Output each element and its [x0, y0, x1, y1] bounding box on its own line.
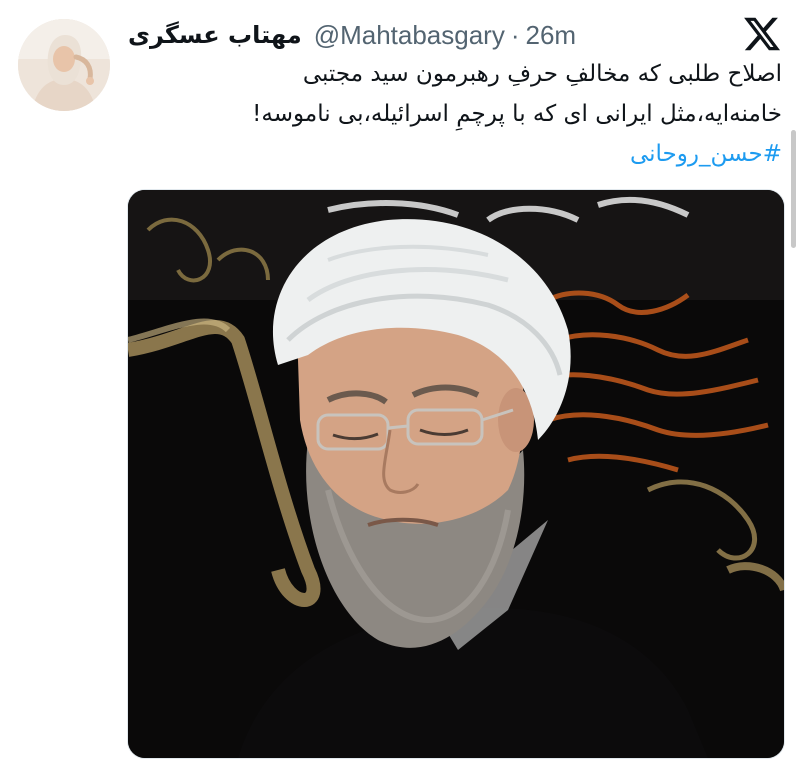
scrollbar-thumb[interactable]	[791, 130, 796, 248]
tweet-media-image[interactable]	[127, 189, 785, 759]
x-logo-icon[interactable]	[742, 14, 782, 54]
tweet-text-line-2: خامنه‌ایه،مثل ایرانی ای که با پرچمِ اسرا…	[252, 101, 782, 127]
avatar[interactable]	[18, 19, 110, 111]
display-name[interactable]: مهتاب عسگری	[128, 21, 302, 49]
separator-dot: ·	[510, 19, 520, 50]
tweet-timestamp[interactable]: 26m	[526, 20, 577, 51]
tweet-text-line-1: اصلاح طلبی که مخالفِ حرفِ رهبرمون سید مج…	[302, 61, 782, 87]
tweet-card[interactable]: مهتاب عسگری @Mahtabasgary · 26m اصلاح طل…	[0, 0, 800, 766]
tweet-text: اصلاح طلبی که مخالفِ حرفِ رهبرمون سید مج…	[128, 54, 782, 174]
user-handle[interactable]: @Mahtabasgary	[314, 20, 505, 51]
tweet-header: مهتاب عسگری @Mahtabasgary · 26m	[128, 17, 576, 53]
hashtag-link[interactable]: #حسن_روحانی	[128, 134, 782, 174]
